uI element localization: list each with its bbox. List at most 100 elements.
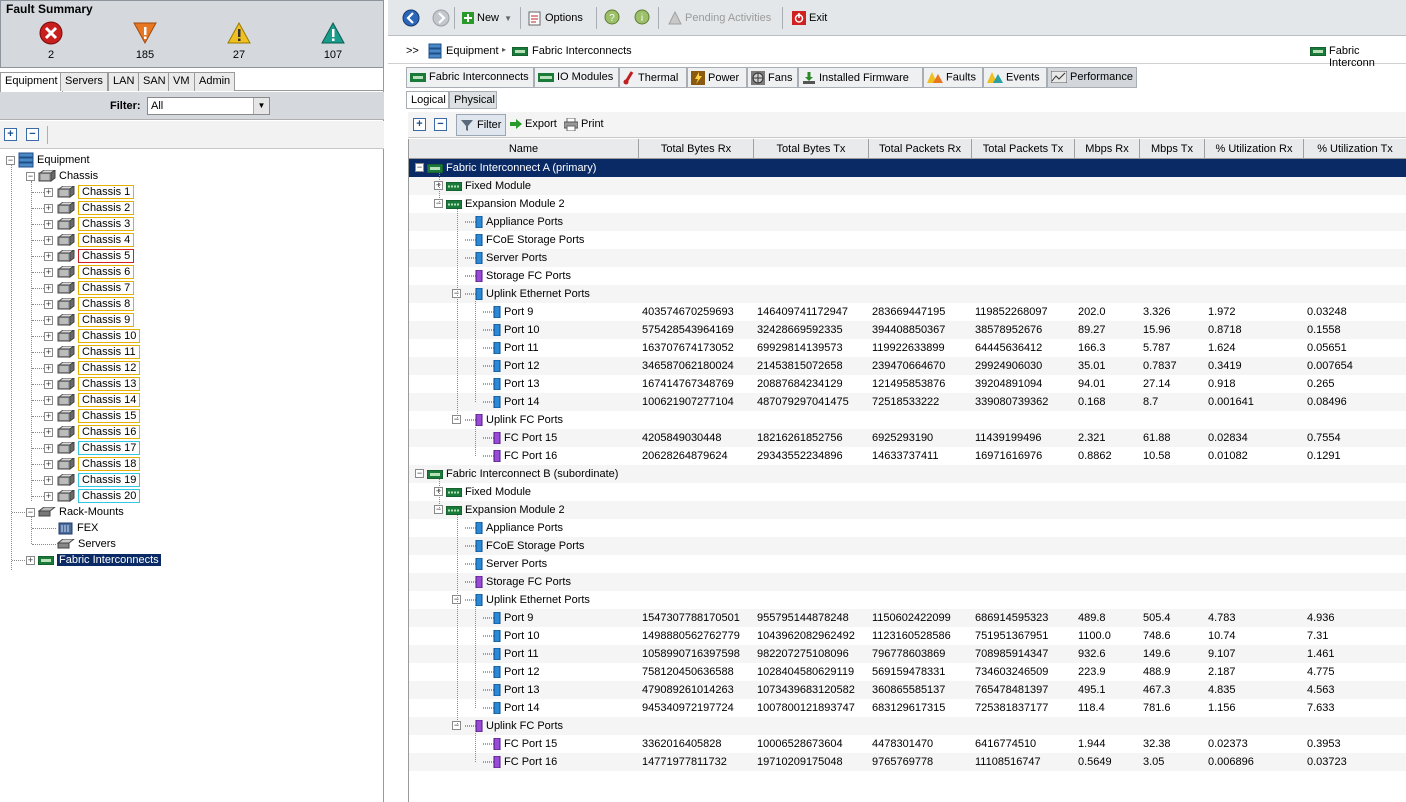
expand-toggle[interactable]: + <box>44 188 53 197</box>
table-row[interactable]: + Fixed Module <box>409 177 1406 195</box>
tree-node-equipment[interactable]: Equipment <box>18 152 90 168</box>
column-header-mbps-rx[interactable]: Mbps Rx <box>1075 139 1140 159</box>
table-row[interactable]: Port 13 167414767348769 20887684234129 1214… <box>409 375 1406 393</box>
expand-toggle[interactable]: + <box>44 284 53 293</box>
column-header-total-bytes-tx[interactable]: Total Bytes Tx <box>754 139 869 159</box>
tree-node-chassis-item[interactable]: Chassis 2 <box>57 200 135 216</box>
export-button[interactable]: Export <box>510 114 557 136</box>
major-faults[interactable]: 185 <box>115 21 175 61</box>
table-row[interactable]: Server Ports <box>409 249 1406 267</box>
table-row[interactable]: Port 11 1058990716397598 982207275108096 79… <box>409 645 1406 663</box>
pending-activities-button[interactable]: Pending Activities <box>668 9 771 27</box>
table-row[interactable]: − Fabric Interconnect A (primary) <box>409 159 1406 177</box>
expand-toggle[interactable]: + <box>44 268 53 277</box>
tree-node-rack-mounts[interactable]: Rack-Mounts <box>38 504 124 520</box>
expand-toggle[interactable]: + <box>44 428 53 437</box>
tree-node-chassis-item[interactable]: Chassis 9 <box>57 312 135 328</box>
column-header-util-tx[interactable]: % Utilization Tx <box>1304 139 1406 159</box>
tab-vm[interactable]: VM <box>168 72 195 91</box>
table-row[interactable]: Port 14 945340972197724 1007800121893747 68… <box>409 699 1406 717</box>
tree-node-chassis-item[interactable]: Chassis 13 <box>57 376 141 392</box>
tab-fabric-interconnects[interactable]: Fabric Interconnects <box>406 67 534 88</box>
filter-select[interactable]: All ▼ <box>147 97 270 115</box>
breadcrumb-prefix[interactable]: >> <box>406 45 419 57</box>
tree-node-chassis-item[interactable]: Chassis 15 <box>57 408 141 424</box>
table-row[interactable]: − Expansion Module 2 <box>409 195 1406 213</box>
tab-thermal[interactable]: Thermal <box>619 67 687 88</box>
tree-node-chassis-item[interactable]: Chassis 7 <box>57 280 135 296</box>
tree-node-chassis-item[interactable]: Chassis 5 <box>57 248 135 264</box>
table-row[interactable]: − Uplink Ethernet Ports <box>409 591 1406 609</box>
expand-toggle[interactable]: + <box>44 316 53 325</box>
tab-admin[interactable]: Admin <box>194 72 236 91</box>
tab-equipment[interactable]: Equipment <box>0 72 63 92</box>
column-header-total-bytes-rx[interactable]: Total Bytes Rx <box>639 139 754 159</box>
table-row[interactable]: Port 9 1547307788170501 955795144878248 115… <box>409 609 1406 627</box>
tree-node-chassis-item[interactable]: Chassis 11 <box>57 344 140 360</box>
breadcrumb-fabric-interconnects[interactable]: Fabric Interconnects <box>532 45 632 57</box>
tab-lan[interactable]: LAN <box>108 72 140 91</box>
chevron-down-icon[interactable]: ▼ <box>253 98 269 114</box>
table-row[interactable]: + Fixed Module <box>409 483 1406 501</box>
collapse-toggle[interactable]: − <box>415 469 424 478</box>
expand-toggle[interactable]: + <box>44 364 53 373</box>
tree-node-chassis-item[interactable]: Chassis 10 <box>57 328 141 344</box>
tree-node-fex[interactable]: FEX <box>58 520 98 536</box>
tab-installed-firmware[interactable]: Installed Firmware <box>798 67 923 88</box>
expand-toggle[interactable]: + <box>44 476 53 485</box>
critical-faults[interactable]: 2 <box>21 21 81 61</box>
table-row[interactable]: Appliance Ports <box>409 519 1406 537</box>
expand-all-button[interactable]: + <box>413 118 426 131</box>
minor-faults[interactable]: 27 <box>209 21 269 61</box>
table-row[interactable]: FCoE Storage Ports <box>409 231 1406 249</box>
collapse-toggle[interactable]: − <box>6 156 15 165</box>
tree-node-chassis-item[interactable]: Chassis 18 <box>57 456 141 472</box>
back-button[interactable] <box>402 9 420 27</box>
expand-all-button[interactable]: + <box>4 128 17 141</box>
table-row[interactable]: FC Port 16 20628264879624 29343552234896 14… <box>409 447 1406 465</box>
tree-node-chassis-item[interactable]: Chassis 17 <box>57 440 141 456</box>
exit-button[interactable]: Exit <box>792 9 827 27</box>
column-header-util-rx[interactable]: % Utilization Rx <box>1205 139 1304 159</box>
tree-node-chassis-item[interactable]: Chassis 16 <box>57 424 141 440</box>
tab-events[interactable]: Events <box>983 67 1047 88</box>
table-row[interactable]: Port 12 758120450636588 1028404580629119 56… <box>409 663 1406 681</box>
tree-node-chassis-item[interactable]: Chassis 4 <box>57 232 135 248</box>
expand-toggle[interactable]: + <box>44 300 53 309</box>
tab-io-modules[interactable]: IO Modules <box>534 67 619 88</box>
tab-servers[interactable]: Servers <box>60 72 108 91</box>
table-row[interactable]: − Fabric Interconnect B (subordinate) <box>409 465 1406 483</box>
collapse-all-button[interactable]: − <box>26 128 39 141</box>
column-header-total-packets-rx[interactable]: Total Packets Rx <box>869 139 972 159</box>
table-row[interactable]: FC Port 16 14771977811732 19710209175048 97… <box>409 753 1406 771</box>
expand-toggle[interactable]: + <box>26 556 35 565</box>
column-header-mbps-tx[interactable]: Mbps Tx <box>1140 139 1205 159</box>
table-row[interactable]: − Uplink Ethernet Ports <box>409 285 1406 303</box>
column-header-name[interactable]: Name <box>409 139 639 159</box>
chevron-down-icon[interactable]: ▼ <box>504 14 512 23</box>
expand-toggle[interactable]: + <box>44 252 53 261</box>
expand-toggle[interactable]: + <box>44 380 53 389</box>
tab-physical[interactable]: Physical <box>449 91 497 109</box>
table-row[interactable]: Port 13 479089261014263 1073439683120582 36… <box>409 681 1406 699</box>
table-row[interactable]: Port 10 1498880562762779 1043962082962492 1… <box>409 627 1406 645</box>
collapse-toggle[interactable]: − <box>26 172 35 181</box>
table-row[interactable]: FCoE Storage Ports <box>409 537 1406 555</box>
table-row[interactable]: − Uplink FC Ports <box>409 717 1406 735</box>
expand-toggle[interactable]: + <box>44 396 53 405</box>
breadcrumb-equipment[interactable]: Equipment <box>446 45 499 57</box>
tree-node-chassis[interactable]: Chassis <box>38 168 98 184</box>
tab-faults[interactable]: Faults <box>923 67 983 88</box>
table-row[interactable]: − Expansion Module 2 <box>409 501 1406 519</box>
table-row[interactable]: Port 10 575428543964169 32428669592335 3944… <box>409 321 1406 339</box>
tab-logical[interactable]: Logical <box>406 91 449 109</box>
tree-node-chassis-item[interactable]: Chassis 20 <box>57 488 141 504</box>
help-button[interactable]: ? <box>604 9 620 27</box>
tab-san[interactable]: SAN <box>138 72 171 91</box>
collapse-toggle[interactable]: − <box>26 508 35 517</box>
table-row[interactable]: FC Port 15 3362016405828 10006528673604 447… <box>409 735 1406 753</box>
table-row[interactable]: Storage FC Ports <box>409 267 1406 285</box>
filter-button[interactable]: Filter <box>456 114 506 136</box>
new-button[interactable]: New ▼ <box>462 9 512 27</box>
info-button[interactable]: i <box>634 9 650 27</box>
